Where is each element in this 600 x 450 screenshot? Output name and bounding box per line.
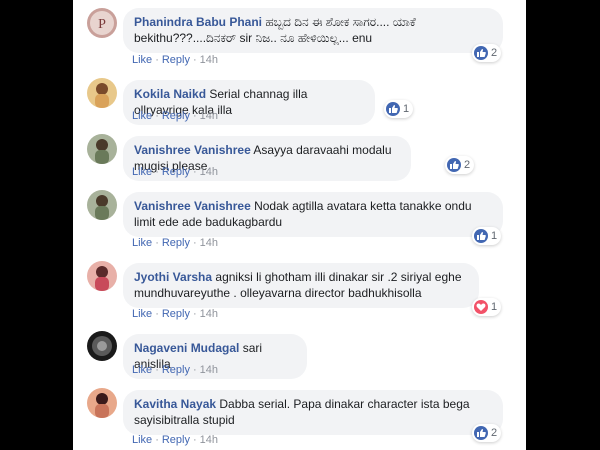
reply-link[interactable]: Reply [162, 434, 190, 446]
comment-actions: Like · Reply · 14h [132, 54, 219, 66]
like-icon [447, 158, 461, 172]
like-icon [474, 426, 488, 440]
comment-actions: Like · Reply · 14h [132, 364, 219, 376]
timestamp[interactable]: 14h [200, 434, 218, 446]
avatar[interactable] [87, 190, 117, 220]
like-link[interactable]: Like [132, 110, 152, 122]
reply-link[interactable]: Reply [162, 110, 190, 122]
reaction-number: 1 [491, 230, 498, 242]
reply-link[interactable]: Reply [162, 364, 190, 376]
timestamp[interactable]: 14h [200, 166, 218, 178]
like-link[interactable]: Like [132, 308, 152, 320]
reaction-count[interactable]: 1 [472, 298, 502, 316]
comment-author[interactable]: Vanishree Vanishree [134, 143, 251, 157]
avatar[interactable] [87, 134, 117, 164]
comment-author[interactable]: Jyothi Varsha [134, 270, 212, 284]
avatar[interactable] [87, 331, 117, 361]
reaction-number: 1 [403, 103, 410, 115]
reaction-count[interactable]: 2 [472, 424, 502, 442]
reaction-number: 2 [491, 427, 498, 439]
comment-bubble: Vanishree Vanishree Nodak agtilla avatar… [123, 192, 503, 237]
reply-link[interactable]: Reply [162, 166, 190, 178]
avatar[interactable] [87, 388, 117, 418]
reaction-count[interactable]: 2 [445, 156, 475, 174]
timestamp[interactable]: 14h [200, 364, 218, 376]
reply-link[interactable]: Reply [162, 308, 190, 320]
reaction-count[interactable]: 1 [472, 227, 502, 245]
comment-bubble: Kavitha Nayak Dabba serial. Papa dinakar… [123, 390, 503, 435]
comments-panel: P Phanindra Babu Phani ಹಬ್ಬದ ದಿನ ಈ ಶೋಕ ಸ… [73, 0, 526, 450]
avatar[interactable] [87, 78, 117, 108]
reply-link[interactable]: Reply [162, 54, 190, 66]
comment-bubble: Phanindra Babu Phani ಹಬ್ಬದ ದಿನ ಈ ಶೋಕ ಸಾಗ… [123, 8, 503, 53]
comment-actions: Like · Reply · 14h [132, 166, 219, 178]
like-link[interactable]: Like [132, 434, 152, 446]
reaction-count[interactable]: 1 [384, 100, 414, 118]
timestamp[interactable]: 14h [200, 54, 218, 66]
comment-actions: Like · Reply · 14h [132, 308, 219, 320]
avatar[interactable] [87, 261, 117, 291]
comment-bubble: Jyothi Varsha agniksi li ghotham illi di… [123, 263, 479, 308]
comment-author[interactable]: Nagaveni Mudagal [134, 341, 239, 355]
comment-author[interactable]: Kavitha Nayak [134, 397, 216, 411]
comment-actions: Like · Reply · 14h [132, 110, 219, 122]
love-icon [474, 300, 488, 314]
reaction-number: 2 [491, 47, 498, 59]
reply-link[interactable]: Reply [162, 237, 190, 249]
like-link[interactable]: Like [132, 237, 152, 249]
reaction-count[interactable]: 2 [472, 44, 502, 62]
like-icon [386, 102, 400, 116]
reaction-number: 1 [491, 301, 498, 313]
comment-author[interactable]: Vanishree Vanishree [134, 199, 251, 213]
avatar-letter: P [98, 17, 106, 32]
like-icon [474, 46, 488, 60]
comment-actions: Like · Reply · 14h [132, 434, 219, 446]
comment-actions: Like · Reply · 14h [132, 237, 219, 249]
like-link[interactable]: Like [132, 54, 152, 66]
timestamp[interactable]: 14h [200, 308, 218, 320]
timestamp[interactable]: 14h [200, 110, 218, 122]
comment-author[interactable]: Phanindra Babu Phani [134, 15, 262, 29]
like-link[interactable]: Like [132, 166, 152, 178]
like-link[interactable]: Like [132, 364, 152, 376]
timestamp[interactable]: 14h [200, 237, 218, 249]
reaction-number: 2 [464, 159, 471, 171]
comment-author[interactable]: Kokila Naikd [134, 87, 206, 101]
avatar[interactable]: P [87, 8, 117, 38]
like-icon [474, 229, 488, 243]
